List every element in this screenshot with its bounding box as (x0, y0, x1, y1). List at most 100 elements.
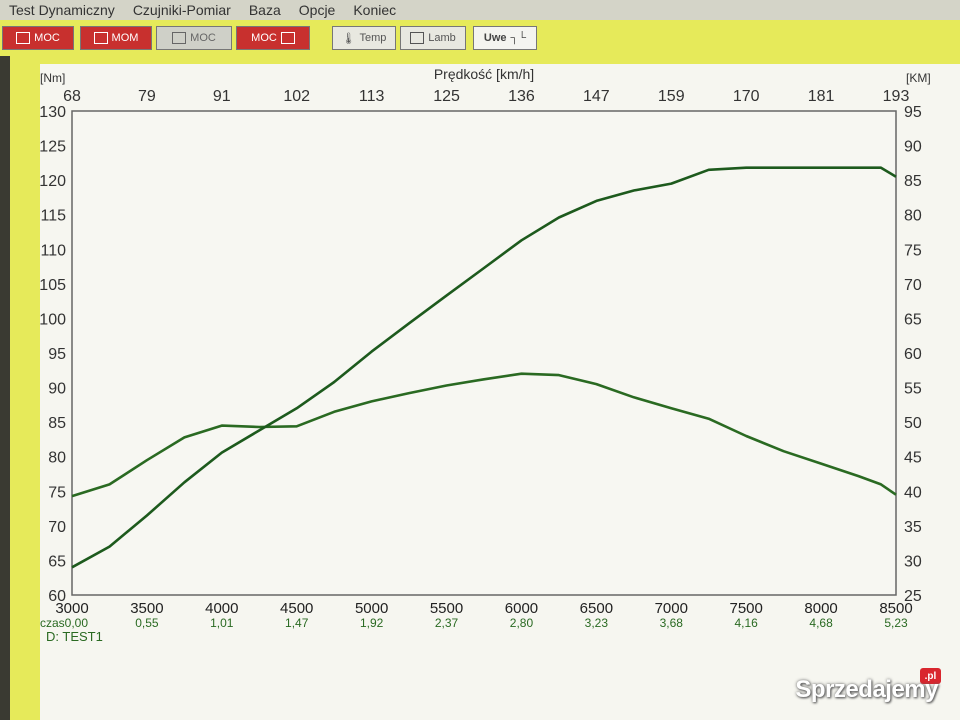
left-axis-tick: 105 (40, 277, 66, 294)
temp-button[interactable]: 🌡 Temp (332, 26, 396, 50)
rpm-tick: 8500 (879, 600, 912, 617)
time-tick: 1,92 (360, 616, 384, 630)
lambda-button-label: Lamb (428, 32, 456, 44)
right-axis-tick: 95 (904, 104, 922, 121)
rpm-tick: 4000 (205, 600, 238, 617)
speed-tick: 79 (138, 88, 156, 105)
time-tick: 3,23 (585, 616, 609, 630)
right-axis-tick: 35 (904, 519, 922, 536)
right-axis-tick: 75 (904, 242, 922, 259)
power-export-button-label: MOC (251, 32, 277, 44)
lambda-probe-icon (410, 32, 425, 44)
speed-tick: 91 (213, 88, 231, 105)
right-axis-tick: 70 (904, 277, 922, 294)
left-axis-tick: 90 (48, 381, 66, 398)
arrow-gauge-icon (280, 32, 295, 44)
temp-button-label: Temp (359, 32, 387, 44)
speed-axis-title: Prędkość [km/h] (434, 66, 534, 82)
left-axis-tick: 80 (48, 450, 66, 467)
rpm-tick: 3000 (55, 600, 88, 617)
dyno-icon (93, 32, 108, 44)
right-axis-tick: 80 (904, 208, 922, 225)
right-axis-tick: 65 (904, 311, 922, 328)
thermometer-icon: 🌡 (341, 32, 356, 45)
left-axis-tick: 130 (40, 104, 66, 121)
left-axis-tick: 115 (40, 208, 66, 225)
power-button[interactable]: MOC (2, 26, 74, 50)
dyno-chart: 6065707580859095100105110115120125130253… (40, 64, 960, 720)
test-label: D: TEST1 (46, 629, 103, 644)
plot-frame (71, 110, 897, 596)
menu-opcje[interactable]: Opcje (290, 2, 345, 18)
speed-tick: 147 (583, 88, 610, 105)
menu-test-dynamiczny[interactable]: Test Dynamiczny (0, 2, 124, 18)
speed-tick: 113 (359, 88, 385, 105)
rpm-tick: 5000 (355, 600, 388, 617)
rpm-tick: 7000 (655, 600, 688, 617)
left-axis-tick: 70 (48, 519, 66, 536)
power-export-button[interactable]: MOC (236, 26, 310, 50)
left-panel (0, 56, 40, 720)
right-axis-tick: 55 (904, 381, 922, 398)
time-tick: 4,16 (735, 616, 759, 630)
right-axis-tick: 50 (904, 415, 922, 432)
left-axis-tick: 85 (48, 415, 66, 432)
lambda-button[interactable]: Lamb (400, 26, 466, 50)
step-icon: ┐└ (510, 32, 527, 44)
speed-tick: 102 (283, 88, 310, 105)
power-compare-button-label: MOC (190, 32, 216, 44)
rpm-tick: 6000 (505, 600, 538, 617)
time-tick: 3,68 (660, 616, 684, 630)
menu-czujniki-pomiar[interactable]: Czujniki-Pomiar (124, 2, 240, 18)
time-tick: 0,55 (135, 616, 159, 630)
speed-tick: 159 (658, 88, 685, 105)
menu-baza[interactable]: Baza (240, 2, 290, 18)
rpm-tick: 4500 (280, 600, 313, 617)
time-tick: 2,37 (435, 616, 459, 630)
time-tick: 5,23 (884, 616, 908, 630)
speed-tick: 193 (883, 88, 910, 105)
speed-tick: 136 (508, 88, 535, 105)
time-tick: 2,80 (510, 616, 534, 630)
left-axis-tick: 110 (40, 242, 66, 259)
left-axis-tick: 120 (40, 173, 66, 190)
right-axis-unit: [KM] (906, 71, 931, 85)
chart-window: 60 65 70 75 80 85 90 95 100 105 110 115 120 125 130 25 3… (40, 64, 960, 720)
left-axis-tick: 95 (48, 346, 66, 363)
rpm-tick: 8000 (804, 600, 837, 617)
time-start-label: czas0,00 (40, 616, 88, 630)
chart-axes (71, 110, 897, 596)
time-tick: 4,68 (809, 616, 833, 630)
right-axis-tick: 85 (904, 173, 922, 190)
torque-button-label: MOM (111, 32, 139, 44)
left-axis-tick: 125 (40, 139, 66, 156)
time-tick: 1,47 (285, 616, 309, 630)
toolbar: MOC MOM MOC MOC 🌡 Temp Lamb Uwe ┐└ (0, 20, 960, 56)
speed-tick: 125 (433, 88, 460, 105)
menu-bar: Test Dynamiczny Czujniki-Pomiar Baza Opc… (0, 0, 960, 20)
gauge-icon (172, 32, 187, 44)
left-axis-tick: 100 (40, 311, 66, 328)
power-compare-button[interactable]: MOC (156, 26, 232, 50)
watermark-logo: Sprzedajemy (795, 676, 938, 703)
dyno-icon (16, 32, 31, 44)
power-button-label: MOC (34, 32, 60, 44)
left-axis-unit: [Nm] (40, 71, 65, 85)
speed-tick: 170 (733, 88, 760, 105)
left-axis-tick: 75 (48, 484, 66, 501)
speed-tick: 68 (63, 88, 81, 105)
right-axis-tick: 30 (904, 553, 922, 570)
right-axis-tick: 90 (904, 139, 922, 156)
settings-button[interactable]: Uwe ┐└ (473, 26, 537, 50)
rpm-tick: 3500 (130, 600, 163, 617)
rpm-tick: 6500 (580, 600, 613, 617)
right-axis-tick: 60 (904, 346, 922, 363)
time-tick: 1,01 (210, 616, 234, 630)
menu-koniec[interactable]: Koniec (344, 2, 405, 18)
rpm-tick: 7500 (729, 600, 762, 617)
left-axis-tick: 65 (48, 553, 66, 570)
speed-tick: 181 (808, 88, 835, 105)
right-axis-tick: 45 (904, 450, 922, 467)
rpm-tick: 5500 (430, 600, 463, 617)
torque-button[interactable]: MOM (80, 26, 152, 50)
